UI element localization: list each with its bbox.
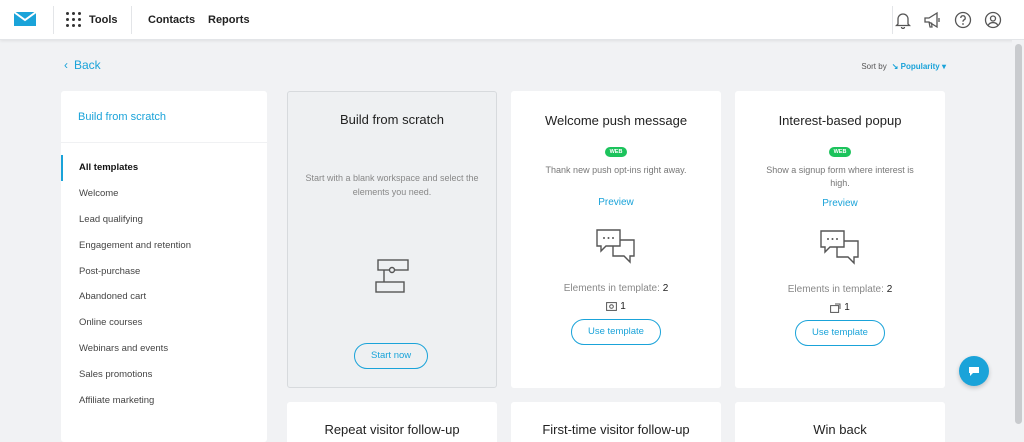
- template-card[interactable]: Welcome push message WEB Thank new push …: [511, 91, 721, 388]
- popup-element-icon: [830, 303, 841, 313]
- profile-icon[interactable]: [982, 9, 1004, 31]
- nav-reports[interactable]: Reports: [208, 14, 250, 26]
- element-count-row: 1: [735, 302, 945, 313]
- push-element-icon: [606, 302, 618, 311]
- card-description: Thank new push opt-ins right away.: [545, 165, 687, 175]
- chat-icon: [969, 366, 979, 376]
- template-card-scratch[interactable]: Build from scratch Start with a blank wo…: [287, 91, 497, 388]
- megaphone-icon[interactable]: [922, 9, 944, 31]
- template-card[interactable]: First-time visitor follow-up: [511, 402, 721, 442]
- sort-select[interactable]: ↘ Popularity ▾: [892, 62, 946, 71]
- chat-bubbles-icon: [596, 229, 635, 264]
- sidebar-item-engagement[interactable]: Engagement and retention: [61, 232, 267, 258]
- chat-bubbles-icon: [820, 230, 859, 265]
- envelope-logo-icon[interactable]: [14, 10, 36, 28]
- sidebar-item-sales-promotions[interactable]: Sales promotions: [61, 361, 267, 387]
- card-title: Repeat visitor follow-up: [324, 422, 460, 437]
- back-label: Back: [74, 58, 101, 72]
- card-title: First-time visitor follow-up: [542, 422, 690, 437]
- sort-selected-value: Popularity: [900, 62, 940, 71]
- sidebar-item-online-courses[interactable]: Online courses: [61, 310, 267, 336]
- sort-direction-icon: ↘: [891, 62, 899, 71]
- scrollbar-thumb[interactable]: [1015, 44, 1022, 424]
- card-title: Build from scratch: [339, 112, 445, 127]
- element-count-row: 1: [511, 301, 721, 312]
- preview-link[interactable]: Preview: [735, 198, 945, 209]
- sidebar-item-post-purchase[interactable]: Post-purchase: [61, 258, 267, 284]
- card-title: Interest-based popup: [778, 113, 902, 128]
- use-template-button[interactable]: Use template: [571, 319, 661, 345]
- card-title: Win back: [813, 422, 867, 437]
- help-icon[interactable]: [952, 9, 974, 31]
- bell-icon[interactable]: [892, 9, 914, 31]
- chat-support-button[interactable]: [959, 356, 989, 386]
- sidebar-item-lead-qualifying[interactable]: Lead qualifying: [61, 207, 267, 233]
- template-card[interactable]: Interest-based popup WEB Show a signup f…: [735, 91, 945, 388]
- sidebar-item-affiliate[interactable]: Affiliate marketing: [61, 387, 267, 413]
- top-bar: Tools Contacts Reports: [0, 0, 1024, 40]
- sidebar-item-all-templates[interactable]: All templates: [61, 155, 267, 181]
- sidebar-item-abandoned-cart[interactable]: Abandoned cart: [61, 284, 267, 310]
- card-title: Welcome push message: [544, 113, 688, 128]
- category-sidebar: Build from scratch All templates Welcome…: [61, 91, 267, 442]
- tools-menu[interactable]: Tools: [66, 12, 118, 27]
- web-badge: WEB: [604, 147, 628, 157]
- template-card[interactable]: Repeat visitor follow-up: [287, 402, 497, 442]
- sort-label: Sort by: [861, 62, 887, 71]
- start-now-button[interactable]: Start now: [354, 343, 429, 369]
- elements-count: 2: [886, 284, 893, 295]
- divider: [131, 6, 132, 34]
- sort-control: Sort by ↘ Popularity ▾: [861, 62, 946, 71]
- apps-grid-icon: [66, 12, 81, 27]
- use-template-button[interactable]: Use template: [795, 320, 885, 346]
- divider: [53, 6, 54, 34]
- tools-label: Tools: [89, 13, 118, 26]
- sidebar-build-from-scratch[interactable]: Build from scratch: [61, 91, 267, 143]
- elements-count: 2: [662, 283, 669, 294]
- elements-info: Elements in template: 2: [511, 283, 721, 294]
- sidebar-item-webinars[interactable]: Webinars and events: [61, 336, 267, 362]
- nav-contacts[interactable]: Contacts: [148, 14, 195, 26]
- chevron-left-icon: ‹: [64, 58, 68, 72]
- elements-label: Elements in template:: [787, 284, 884, 295]
- back-link[interactable]: ‹ Back: [64, 58, 101, 72]
- sidebar-item-welcome[interactable]: Welcome: [61, 181, 267, 207]
- workflow-icon: [375, 259, 409, 293]
- element-count: 1: [844, 302, 850, 313]
- elements-info: Elements in template: 2: [735, 284, 945, 295]
- caret-down-icon: ▾: [941, 62, 946, 71]
- card-description: Start with a blank workspace and select …: [305, 173, 479, 197]
- web-badge: WEB: [828, 147, 852, 157]
- element-count: 1: [620, 301, 626, 312]
- template-card[interactable]: Win back: [735, 402, 945, 442]
- preview-link[interactable]: Preview: [511, 197, 721, 208]
- card-description: Show a signup form where interest is hig…: [766, 165, 914, 188]
- elements-label: Elements in template:: [563, 283, 660, 294]
